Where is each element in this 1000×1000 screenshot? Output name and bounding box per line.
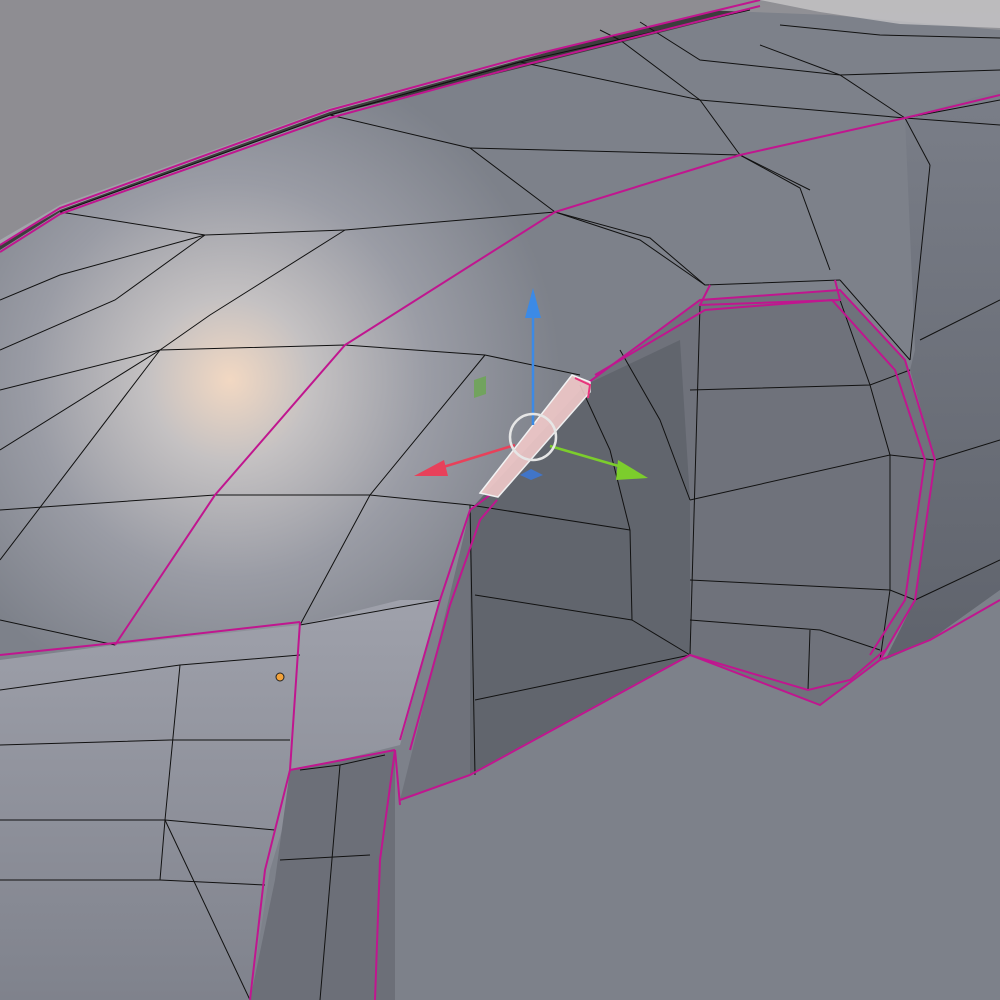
3d-viewport[interactable]	[0, 0, 1000, 1000]
origin-dot[interactable]	[275, 672, 285, 682]
viewport-canvas[interactable]	[0, 0, 1000, 1000]
